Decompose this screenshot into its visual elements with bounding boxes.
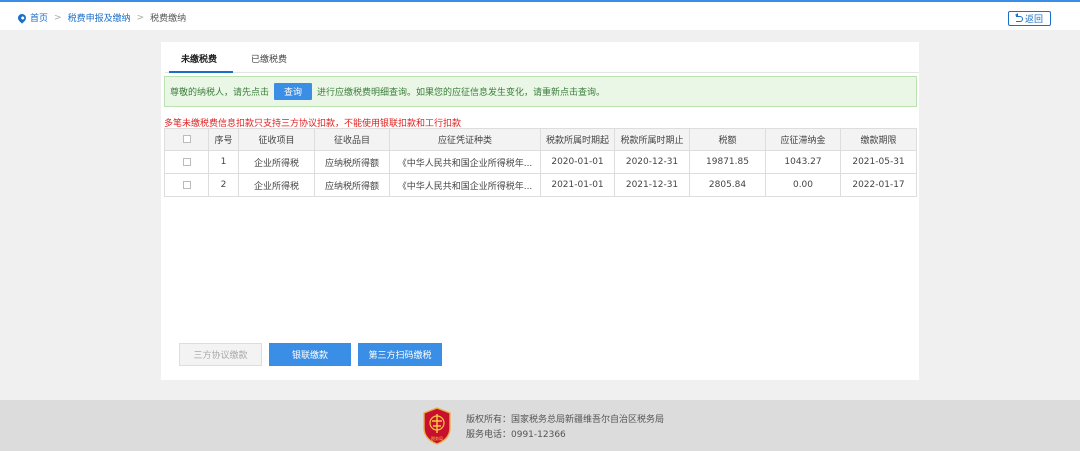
table-cell: 19871.85 [689, 150, 766, 174]
column-header: 序号 [208, 128, 239, 151]
table-cell: 2020-12-31 [614, 150, 690, 174]
notice-text-before: 尊敬的纳税人，请先点击 [170, 88, 270, 98]
breadcrumb-tax-declaration[interactable]: 税费申报及缴纳 [68, 11, 131, 24]
footer: 税务局 版权所有：国家税务总局新疆维吾尔自治区税务局 服务电话：0991-123… [0, 400, 1080, 451]
table-cell: 2021-01-01 [540, 173, 615, 197]
table-cell: 2022-01-17 [840, 173, 917, 197]
tab-unpaid[interactable]: 未缴税费 [181, 52, 217, 65]
third-party-scan-payment-button[interactable]: 第三方扫码缴税 [358, 343, 442, 366]
table-row[interactable]: 1 企业所得税 应纳税所得额 《中华人民共和国企业所得税年... 2020-01… [164, 150, 917, 174]
tab-bar: 未缴税费 已缴税费 [165, 42, 919, 73]
query-button[interactable]: 查询 [274, 83, 313, 100]
table-cell: 0.00 [765, 173, 841, 197]
column-header: 税款所属时期起 [540, 128, 615, 151]
logo-text: 税务局 [431, 435, 443, 441]
breadcrumb-current: 税费缴纳 [150, 14, 187, 24]
checkbox-icon [182, 135, 191, 143]
back-label: 返回 [1024, 15, 1043, 25]
back-button[interactable]: 返回 [1008, 11, 1051, 26]
column-header: 缴款期限 [840, 128, 917, 151]
footer-info: 版权所有：国家税务总局新疆维吾尔自治区税务局 服务电话：0991-12366 [466, 413, 664, 443]
table-cell: 2021-12-31 [614, 173, 690, 197]
notice-banner: 尊敬的纳税人，请先点击 查询 进行应缴税费明细查询。如果您的应征信息发生变化，请… [164, 76, 917, 107]
table-cell: 企业所得税 [238, 173, 315, 197]
column-header: 应征凭证种类 [389, 128, 541, 151]
back-arrow-icon [1014, 13, 1023, 22]
action-buttons: 三方协议缴款 银联缴款 第三方扫码缴税 [179, 343, 449, 366]
copyright-text: 版权所有：国家税务总局新疆维吾尔自治区税务局 [466, 415, 665, 425]
column-header: 征收项目 [238, 128, 315, 151]
notice-text-after: 进行应缴税费明细查询。如果您的应征信息发生变化，请重新点击查询。 [317, 88, 606, 98]
column-header: 税款所属时期止 [614, 128, 690, 151]
table-cell: 《中华人民共和国企业所得税年... [389, 173, 541, 197]
breadcrumb-separator: > [54, 12, 62, 23]
table-cell: 企业所得税 [238, 150, 315, 174]
checkbox-icon [182, 180, 191, 189]
table-cell: 1 [208, 150, 239, 174]
select-all-checkbox[interactable] [164, 128, 209, 151]
breadcrumb-home[interactable]: 首页 [30, 11, 48, 24]
table-cell: 2021-05-31 [840, 150, 917, 174]
table-cell: 应纳税所得额 [314, 150, 390, 174]
three-party-payment-button[interactable]: 三方协议缴款 [179, 343, 262, 366]
location-pin-icon [16, 11, 28, 24]
table-cell: 《中华人民共和国企业所得税年... [389, 150, 541, 174]
row-checkbox[interactable] [164, 150, 209, 174]
active-tab-underline [169, 71, 233, 73]
table-cell: 1043.27 [765, 150, 841, 174]
service-phone-text: 服务电话：0991-12366 [466, 430, 566, 440]
unpaid-tax-table: 序号 征收项目 征收品目 应征凭证种类 税款所属时期起 税款所属时期止 税额 应… [164, 128, 917, 197]
table-cell: 2805.84 [689, 173, 766, 197]
breadcrumb-separator: > [136, 12, 145, 23]
column-header: 应征滞纳金 [765, 128, 841, 151]
breadcrumb: 首页 > 税费申报及缴纳 > 税费缴纳 [16, 11, 187, 24]
top-bar: 首页 > 税费申报及缴纳 > 税费缴纳 返回 [0, 0, 1080, 30]
column-header: 税额 [689, 128, 766, 151]
tax-bureau-emblem-icon: 税务局 [423, 407, 451, 445]
table-row[interactable]: 2 企业所得税 应纳税所得额 《中华人民共和国企业所得税年... 2021-01… [164, 173, 917, 197]
main-panel: 未缴税费 已缴税费 尊敬的纳税人，请先点击 查询 进行应缴税费明细查询。如果您的… [161, 42, 919, 380]
table-cell: 2 [208, 173, 239, 197]
table-header-row: 序号 征收项目 征收品目 应征凭证种类 税款所属时期起 税款所属时期止 税额 应… [164, 128, 917, 151]
tab-paid[interactable]: 已缴税费 [251, 52, 287, 65]
checkbox-icon [182, 157, 191, 166]
row-checkbox[interactable] [164, 173, 209, 197]
table-cell: 2020-01-01 [540, 150, 615, 174]
unionpay-payment-button[interactable]: 银联缴款 [269, 343, 351, 366]
table-cell: 应纳税所得额 [314, 173, 390, 197]
column-header: 征收品目 [314, 128, 390, 151]
